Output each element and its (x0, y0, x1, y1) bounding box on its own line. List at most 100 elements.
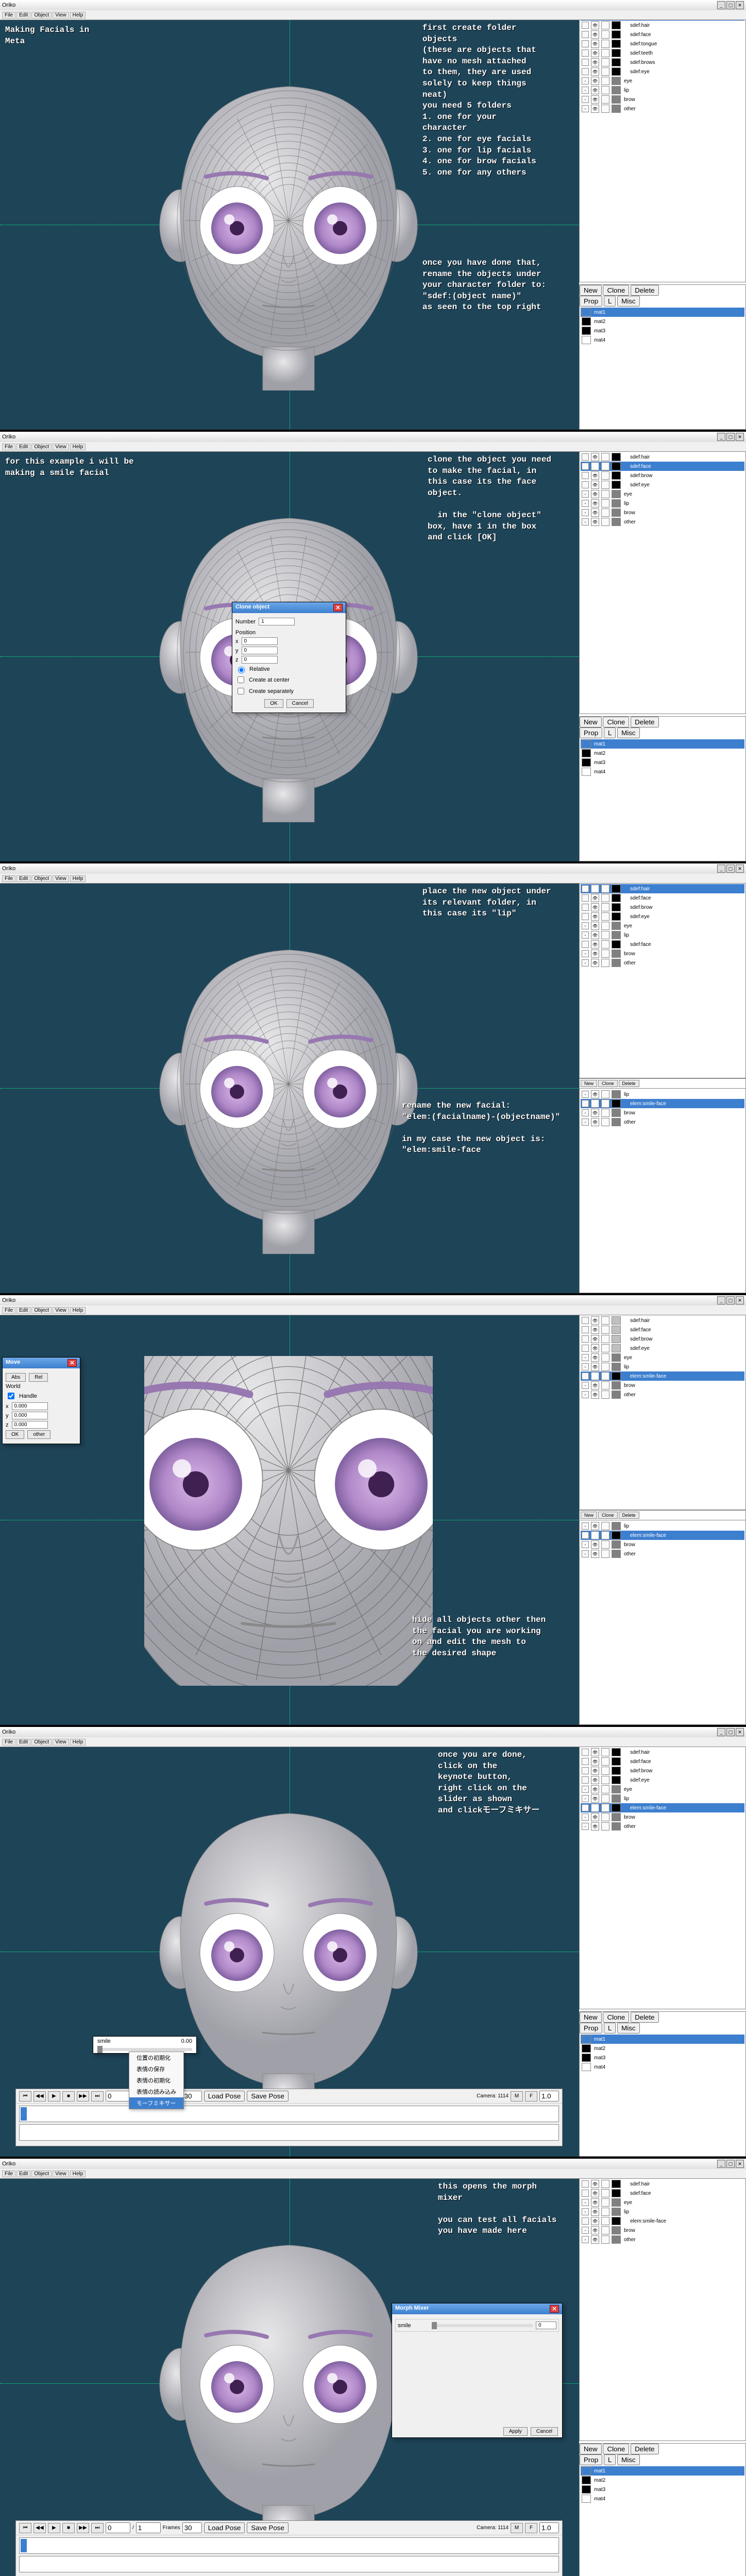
visibility-icon[interactable]: 👁 (591, 1090, 599, 1098)
visibility-icon[interactable]: 👁 (591, 2235, 599, 2244)
expand-icon[interactable]: - (582, 2208, 589, 2215)
color-swatch[interactable] (612, 1363, 621, 1371)
prev-frame-button[interactable]: ◀◀ (33, 2091, 46, 2102)
close-button[interactable]: ✕ (736, 1728, 744, 1736)
visibility-icon[interactable]: 👁 (591, 49, 599, 57)
color-swatch[interactable] (612, 1353, 621, 1362)
color-swatch[interactable] (612, 86, 621, 94)
play-button[interactable]: ▶ (48, 2523, 60, 2533)
expand-icon[interactable] (582, 49, 589, 57)
ok-button[interactable]: OK (264, 699, 283, 708)
object-row[interactable]: 👁 sdef:brow (581, 903, 744, 912)
expand-icon[interactable] (582, 1345, 589, 1352)
expand-icon[interactable]: - (582, 87, 589, 94)
lock-icon[interactable] (601, 2180, 609, 2188)
visibility-icon[interactable]: 👁 (591, 1381, 599, 1389)
expand-icon[interactable]: - (582, 1814, 589, 1821)
visibility-icon[interactable]: 👁 (591, 1785, 599, 1793)
color-swatch[interactable] (612, 481, 621, 489)
cancel-button[interactable]: Cancel (286, 699, 314, 708)
apply-button[interactable]: Apply (503, 2427, 528, 2436)
handle-checkbox[interactable] (8, 1393, 14, 1399)
color-swatch[interactable] (612, 1550, 621, 1558)
expand-icon[interactable]: - (582, 1391, 589, 1398)
visibility-icon[interactable]: 👁 (591, 2180, 599, 2188)
object-row[interactable]: 👁 sdef:eye (581, 912, 744, 921)
material-row[interactable]: mat4 (581, 335, 744, 345)
timeline-track[interactable] (19, 2537, 559, 2554)
close-icon[interactable]: ✕ (333, 604, 343, 612)
color-swatch[interactable] (612, 931, 621, 939)
menu-item[interactable]: View (53, 12, 69, 19)
context-menu-item[interactable]: 位置の初期化 (129, 2052, 183, 2063)
visibility-icon[interactable]: 👁 (591, 2208, 599, 2216)
color-swatch[interactable] (612, 1776, 621, 1784)
color-swatch[interactable] (612, 1531, 621, 1539)
lock-icon[interactable] (601, 1776, 609, 1784)
mat-new-button[interactable]: New (580, 285, 602, 296)
menu-item[interactable]: Edit (16, 444, 30, 450)
visibility-icon[interactable]: 👁 (591, 894, 599, 902)
current-frame-input[interactable] (106, 2091, 130, 2102)
color-swatch[interactable] (612, 950, 621, 958)
color-swatch[interactable] (612, 509, 621, 517)
object-row[interactable]: - 👁 other (581, 1390, 744, 1399)
object-row[interactable]: - 👁 other (581, 2235, 744, 2244)
object-row[interactable]: 👁 elem:smile-face (581, 2216, 744, 2226)
object-row[interactable]: 👁 elem:smile-face (581, 1803, 744, 1812)
expand-icon[interactable] (582, 1767, 589, 1774)
object-row[interactable]: 👁 sdef:eye (581, 67, 744, 76)
color-swatch[interactable] (612, 894, 621, 902)
timeline-track-2[interactable] (19, 2124, 559, 2141)
material-row[interactable]: mat1 (581, 2466, 744, 2476)
expand-icon[interactable] (582, 1532, 589, 1539)
visibility-icon[interactable]: 👁 (591, 2217, 599, 2225)
first-frame-button[interactable]: ⏮ (19, 2523, 31, 2533)
color-swatch[interactable] (612, 1785, 621, 1793)
expand-icon[interactable] (582, 2190, 589, 2197)
mat-prop-button[interactable]: Prop (580, 2454, 602, 2465)
close-icon[interactable]: ✕ (550, 2305, 559, 2313)
object-row[interactable]: - 👁 eye (581, 489, 744, 499)
expand-icon[interactable]: - (582, 959, 589, 967)
object-row[interactable]: 👁 sdef:hair (581, 884, 744, 893)
material-row[interactable]: mat2 (581, 2044, 744, 2053)
end-frame-input[interactable] (136, 2522, 161, 2533)
visibility-icon[interactable]: 👁 (591, 1813, 599, 1821)
zoom-input[interactable] (539, 2091, 559, 2102)
3d-viewport[interactable] (0, 1315, 579, 1725)
expand-icon[interactable]: - (582, 1541, 589, 1548)
object-row[interactable]: - 👁 brow (581, 508, 744, 517)
visibility-icon[interactable]: 👁 (591, 931, 599, 939)
color-swatch[interactable] (612, 1326, 621, 1334)
mat-clone-button[interactable]: Clone (603, 285, 629, 296)
color-swatch[interactable] (612, 453, 621, 461)
visibility-icon[interactable]: 👁 (591, 21, 599, 29)
object-row[interactable]: 👁 sdef:face (581, 893, 744, 903)
expand-icon[interactable]: - (582, 1786, 589, 1793)
expand-icon[interactable] (582, 941, 589, 948)
color-swatch[interactable] (612, 499, 621, 507)
ok-button[interactable]: OK (6, 1430, 24, 1439)
object-row[interactable]: - 👁 other (581, 104, 744, 113)
expand-icon[interactable]: - (582, 1550, 589, 1557)
material-row[interactable]: mat1 (581, 739, 744, 749)
obj-new-button[interactable]: New (581, 1512, 597, 1519)
expand-icon[interactable]: - (582, 77, 589, 84)
lock-icon[interactable] (601, 518, 609, 526)
visibility-icon[interactable]: 👁 (591, 2198, 599, 2207)
object-row[interactable]: - 👁 other (581, 1822, 744, 1831)
menu-item[interactable]: View (53, 2171, 69, 2177)
fps-input[interactable] (182, 2522, 202, 2533)
visibility-icon[interactable]: 👁 (591, 1748, 599, 1756)
color-swatch[interactable] (612, 1109, 621, 1117)
save-pose-button[interactable]: Save Pose (247, 2522, 288, 2533)
visibility-icon[interactable]: 👁 (591, 453, 599, 461)
x-input[interactable] (242, 637, 278, 645)
expand-icon[interactable]: - (582, 509, 589, 516)
color-swatch[interactable] (612, 518, 621, 526)
expand-icon[interactable]: - (582, 1823, 589, 1830)
color-swatch[interactable] (612, 490, 621, 498)
visibility-icon[interactable]: 👁 (591, 77, 599, 85)
color-swatch[interactable] (612, 2180, 621, 2188)
